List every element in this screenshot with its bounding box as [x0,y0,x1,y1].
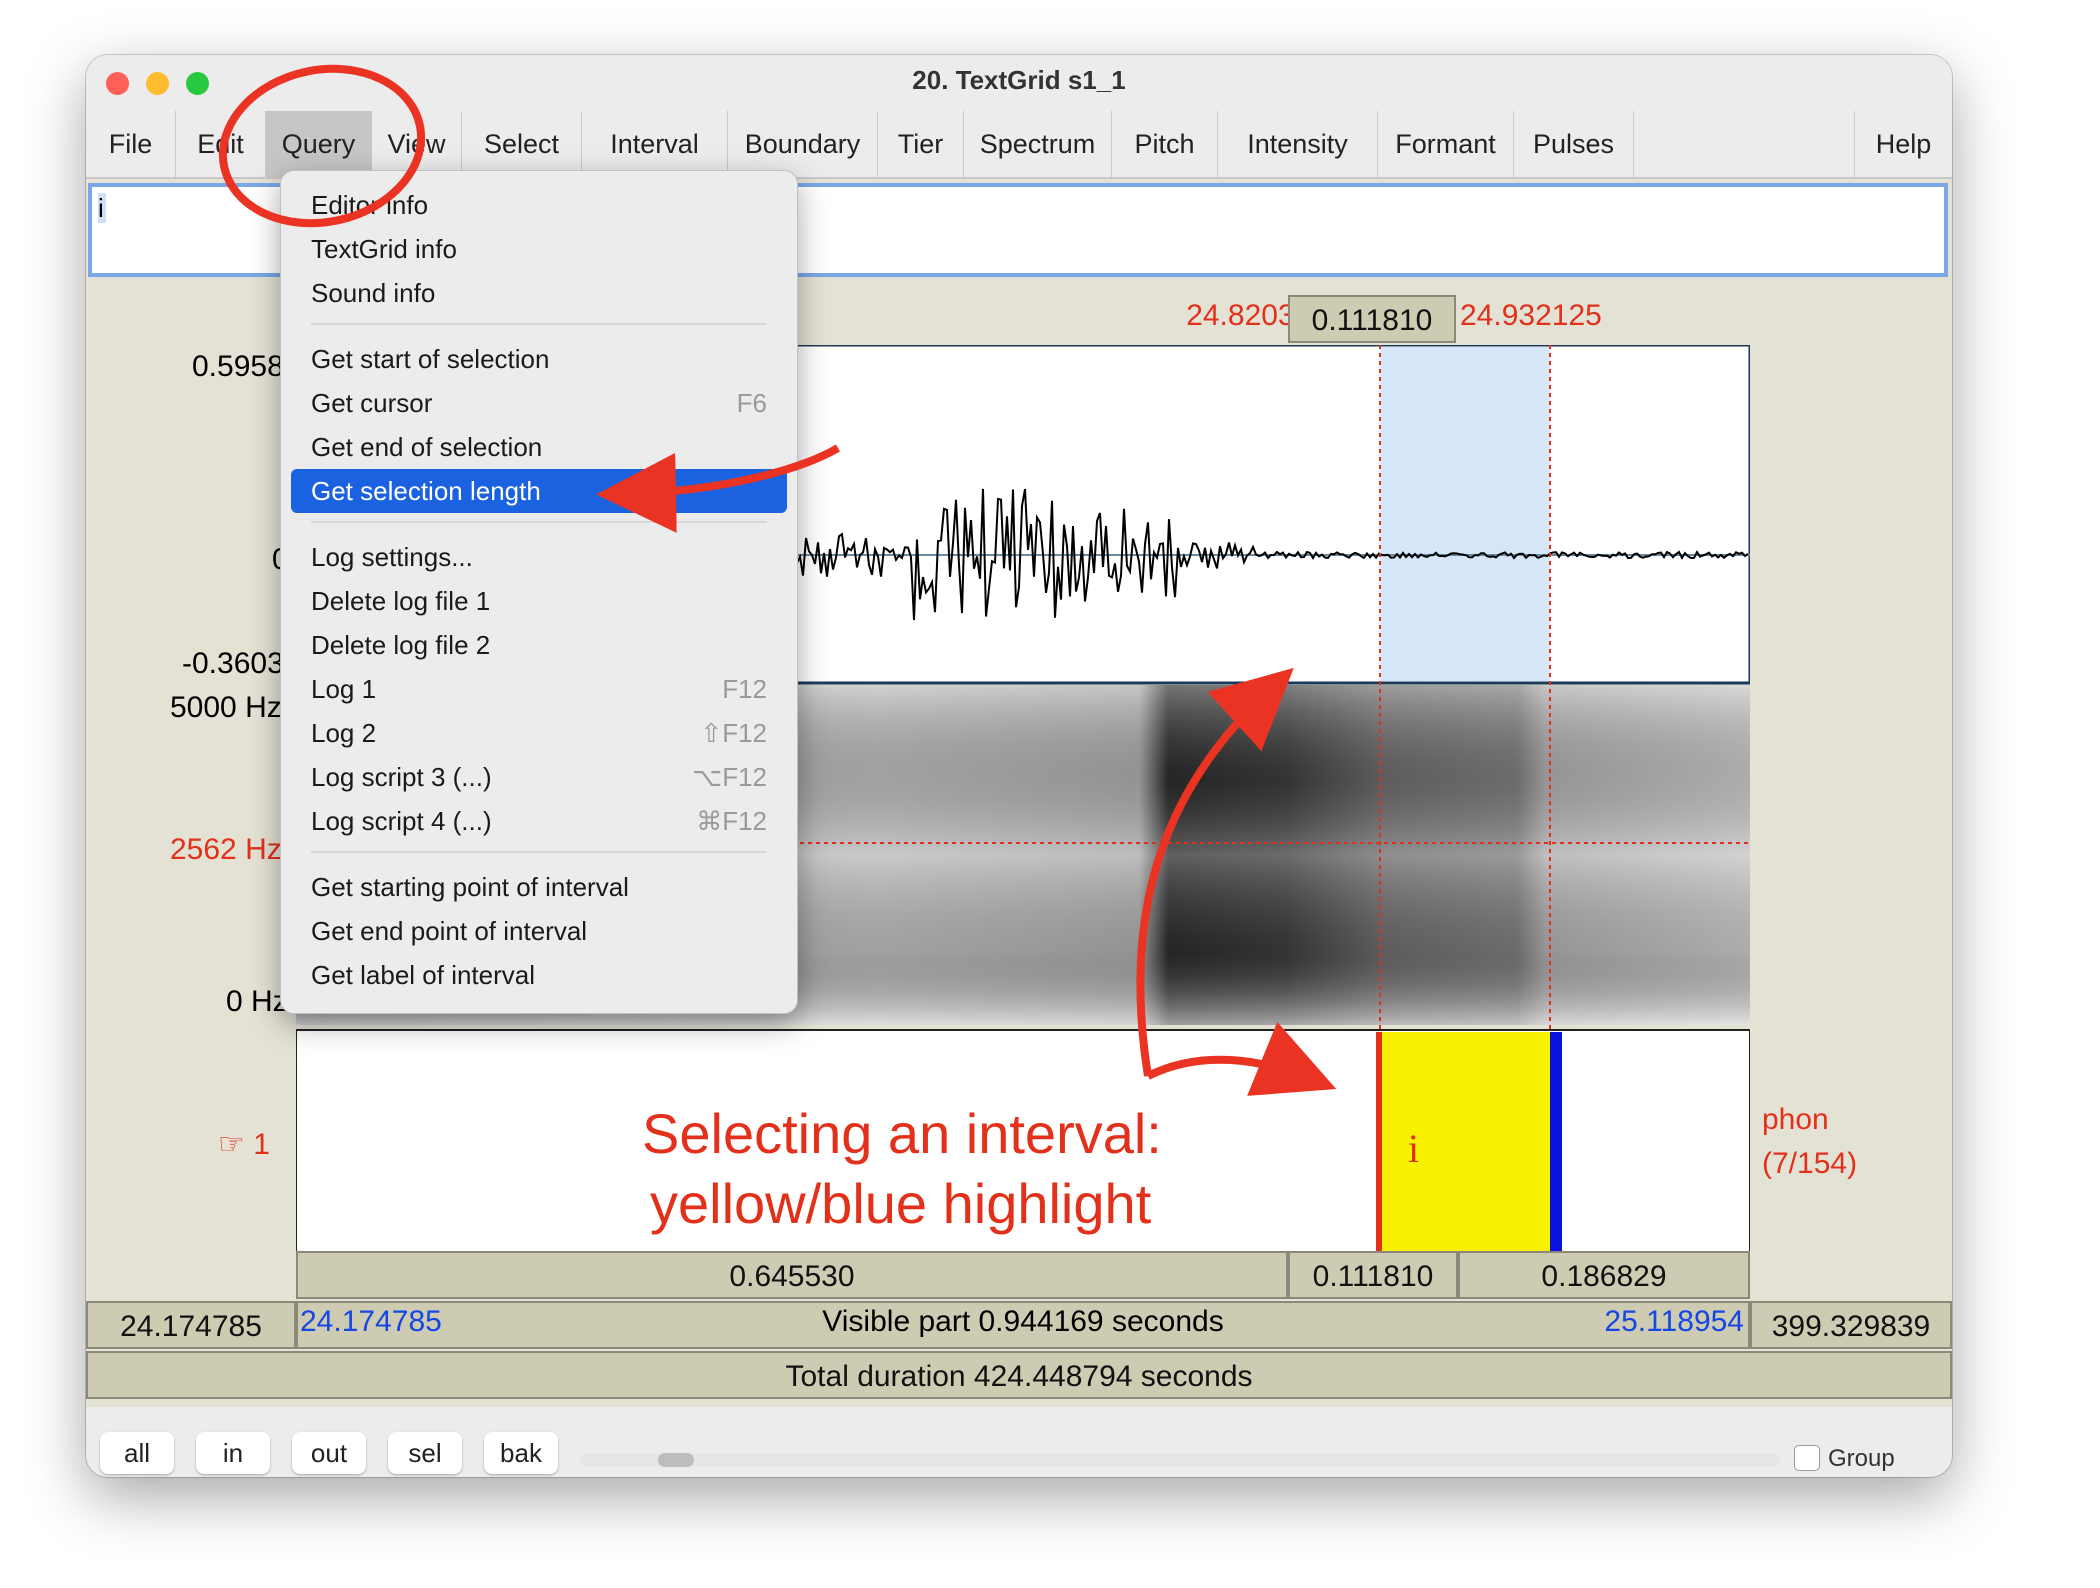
zoom-out-button[interactable]: out [292,1432,366,1474]
duration-after-selection[interactable]: 0.186829 [1458,1251,1750,1299]
right-boundary-blue [1550,1032,1562,1268]
duration-before-selection[interactable]: 0.645530 [296,1251,1288,1299]
menu-item-log-script-3[interactable]: Log script 3 (...) ⌥F12 [291,755,787,799]
menu-item-get-end-point-of-interval[interactable]: Get end point of interval [291,909,787,953]
menu-pitch[interactable]: Pitch [1112,111,1218,177]
menu-separator [311,851,767,853]
menu-separator [311,521,767,523]
menu-help[interactable]: Help [1854,111,1952,177]
menu-select[interactable]: Select [462,111,582,177]
spectrogram-bottom-label: 0 Hz [226,985,288,1018]
zoom-back-button[interactable]: bak [484,1432,558,1474]
menu-item-get-end-of-selection[interactable]: Get end of selection [291,425,787,469]
menu-view[interactable]: View [372,111,462,177]
menu-item-get-start-of-selection[interactable]: Get start of selection [291,337,787,381]
waveform-selection-highlight [1380,347,1550,681]
menu-query[interactable]: Query [266,111,372,177]
menu-item-log-1[interactable]: Log 1 F12 [291,667,787,711]
visible-left-outside[interactable]: 24.174785 [86,1301,296,1349]
interval-label: i [1408,1126,1420,1171]
tier-count-label: (7/154) [1762,1147,1858,1180]
menu-boundary[interactable]: Boundary [728,111,878,177]
total-duration-bar[interactable]: Total duration 424.448794 seconds [86,1351,1952,1399]
menu-item-log-settings[interactable]: Log settings... [291,535,787,579]
visible-part-label: Visible part 0.944169 seconds [822,1305,1224,1338]
menu-edit[interactable]: Edit [176,111,266,177]
tier-name-label[interactable]: phon [1762,1103,1829,1137]
menu-formant[interactable]: Formant [1378,111,1514,177]
menu-item-log-2[interactable]: Log 2 ⇧F12 [291,711,787,755]
text-field-value: i [98,193,106,223]
menu-bar: File Edit Query View Select Interval Bou… [86,111,1952,179]
window-title: 20. TextGrid s1_1 [912,65,1126,95]
menu-file[interactable]: File [86,111,176,177]
zoom-to-selection-button[interactable]: sel [388,1432,462,1474]
menu-item-sound-info[interactable]: Sound info [291,271,787,315]
tier-number-label: ☞ 1 [218,1128,270,1161]
title-bar[interactable]: 20. TextGrid s1_1 [86,55,1952,111]
visible-end-time: 25.118954 [1604,1305,1744,1338]
zoom-in-button[interactable]: in [196,1432,270,1474]
scrollbar-thumb[interactable] [658,1453,694,1467]
spectrogram-cursor-label: 2562 Hz [170,833,282,866]
menu-pulses[interactable]: Pulses [1514,111,1634,177]
menu-item-editor-info[interactable]: Editor info [291,183,787,227]
annotation-line-2: yellow/blue highlight [650,1172,1152,1235]
menu-intensity[interactable]: Intensity [1218,111,1378,177]
menu-item-log-script-4[interactable]: Log script 4 (...) ⌘F12 [291,799,787,843]
group-checkbox[interactable] [1794,1445,1820,1471]
menu-item-delete-log-file-1[interactable]: Delete log file 1 [291,579,787,623]
menu-item-delete-log-file-2[interactable]: Delete log file 2 [291,623,787,667]
visible-right-outside[interactable]: 399.329839 [1750,1301,1952,1349]
spectrogram-top-label: 5000 Hz [170,691,282,724]
menu-item-get-cursor[interactable]: Get cursor F6 [291,381,787,425]
query-menu-dropdown: Editor info TextGrid info Sound info Get… [280,170,798,1014]
horizontal-scrollbar[interactable] [580,1453,1780,1467]
selection-end-time: 24.932125 [1460,299,1602,332]
group-checkbox-label: Group [1828,1445,1895,1472]
menu-interval[interactable]: Interval [582,111,728,177]
menu-item-textgrid-info[interactable]: TextGrid info [291,227,787,271]
annotation-line-1: Selecting an interval: [642,1102,1162,1165]
left-boundary-red [1376,1032,1382,1268]
menu-item-get-selection-length[interactable]: Get selection length [291,469,787,513]
menu-tier[interactable]: Tier [878,111,964,177]
menu-item-get-starting-point-of-interval[interactable]: Get starting point of interval [291,865,787,909]
zoom-all-button[interactable]: all [100,1432,174,1474]
selection-length-box: 0.111810 [1288,295,1456,343]
duration-selected[interactable]: 0.111810 [1288,1251,1458,1299]
menu-spectrum[interactable]: Spectrum [964,111,1112,177]
waveform-min-label: -0.3603 [182,647,284,680]
menu-separator [311,323,767,325]
waveform-max-label: 0.5958 [192,350,284,383]
menu-item-get-label-of-interval[interactable]: Get label of interval [291,953,787,997]
